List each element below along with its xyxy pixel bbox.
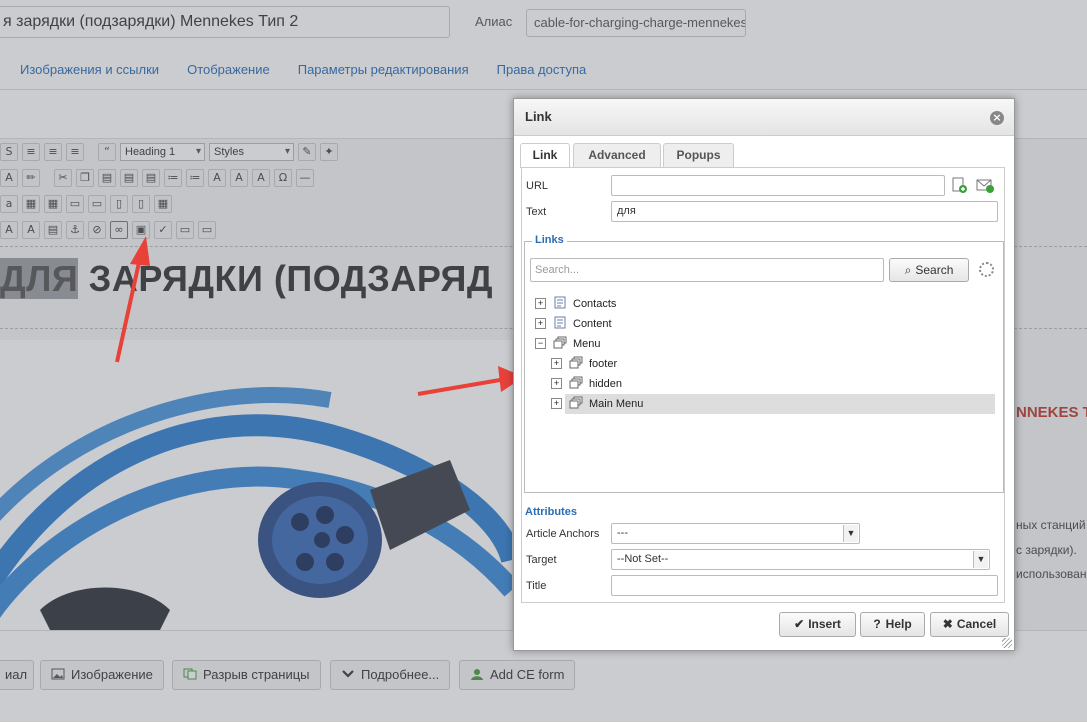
arrow-to-link-icon (115, 236, 150, 363)
check-icon: ✔ (794, 617, 805, 631)
expand-icon[interactable]: + (551, 378, 562, 389)
target-value: --Not Set-- (617, 553, 669, 565)
links-search-input[interactable]: Search... (530, 258, 884, 282)
url-label: URL (526, 180, 549, 192)
tree-item-main-menu[interactable]: + Main Menu (551, 395, 643, 413)
tree-item-label: Main Menu (589, 398, 644, 410)
email-link-icon[interactable] (976, 177, 994, 193)
expand-icon[interactable]: + (551, 398, 562, 409)
collapse-icon[interactable]: − (535, 338, 546, 349)
tree-item-label: Content (573, 318, 612, 330)
title-label: Title (526, 580, 547, 592)
tree-item-label: Contacts (573, 298, 617, 310)
close-icon[interactable]: × (990, 111, 1004, 125)
search-icon: ⌕ (904, 263, 912, 277)
cancel-button[interactable]: ✖ Cancel (930, 612, 1009, 637)
menu-icon (569, 376, 583, 389)
article-anchors-value: --- (617, 527, 628, 539)
search-button[interactable]: ⌕ Search (889, 258, 969, 282)
tree-item-footer[interactable]: + footer (551, 355, 617, 373)
text-label: Text (526, 206, 547, 218)
tree-item-label: footer (589, 358, 618, 370)
tab-advanced[interactable]: Advanced (573, 143, 661, 167)
expand-icon[interactable]: + (551, 358, 562, 369)
expand-icon[interactable]: + (535, 318, 546, 329)
dialog-header: Link × (514, 99, 1014, 136)
link-dialog: Link × Link Advanced Popups URL Text для… (513, 98, 1015, 651)
chevron-down-icon: ▼ (843, 525, 858, 542)
menu-icon (569, 396, 583, 409)
arrow-to-dialog (417, 366, 524, 396)
attributes-title: Attributes (525, 506, 577, 518)
search-button-label: Search (915, 263, 954, 277)
browse-file-icon[interactable] (951, 177, 967, 193)
tree-item-menu[interactable]: − Menu (535, 335, 601, 353)
close-x-icon: ✖ (942, 617, 953, 631)
tree-item-contacts[interactable]: + Contacts (535, 295, 616, 313)
help-icon: ? (873, 617, 881, 631)
text-input[interactable]: для (611, 201, 998, 222)
tab-popups[interactable]: Popups (663, 143, 734, 167)
document-icon (553, 316, 567, 329)
resize-handle[interactable] (1002, 638, 1012, 648)
url-input[interactable] (611, 175, 945, 196)
target-label: Target (526, 554, 557, 566)
help-button[interactable]: ? Help (860, 612, 925, 637)
tree-item-label: hidden (589, 378, 623, 390)
tab-link[interactable]: Link (520, 143, 570, 168)
help-button-label: Help (885, 617, 912, 631)
dialog-title: Link (525, 109, 552, 124)
expand-icon[interactable]: + (535, 298, 546, 309)
title-input[interactable] (611, 575, 998, 596)
menu-icon (553, 336, 567, 349)
gear-icon[interactable] (979, 262, 994, 277)
tree-item-label: Menu (573, 338, 601, 350)
tree-item-content[interactable]: + Content (535, 315, 612, 333)
target-select[interactable]: --Not Set-- ▼ (611, 549, 990, 570)
chevron-down-icon: ▼ (973, 551, 988, 568)
links-legend: Links (532, 234, 567, 246)
insert-button[interactable]: ✔ Insert (779, 612, 856, 637)
tree-item-hidden[interactable]: + hidden (551, 375, 622, 393)
folder-icon (553, 296, 567, 309)
cancel-button-label: Cancel (956, 617, 997, 631)
article-anchors-select[interactable]: --- ▼ (611, 523, 860, 544)
article-anchors-label: Article Anchors (526, 528, 600, 540)
menu-icon (569, 356, 583, 369)
insert-button-label: Insert (808, 617, 841, 631)
